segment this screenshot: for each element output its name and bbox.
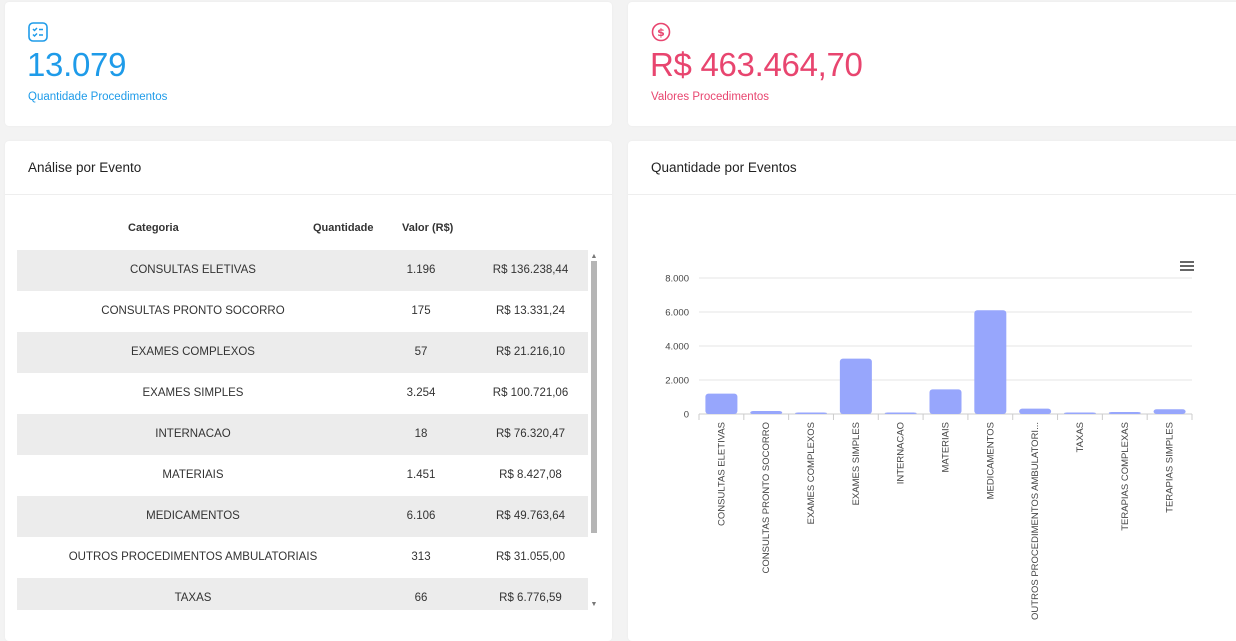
y-tick-label: 4.000 <box>665 342 689 353</box>
divider <box>628 194 1236 195</box>
kpi-quantity-label: Quantidade Procedimentos <box>28 91 168 103</box>
chart-bar <box>929 389 962 414</box>
table-row[interactable]: OUTROS PROCEDIMENTOS AMBULATORIAIS 313 R$ … <box>17 537 588 578</box>
dollar-circle-icon: $ <box>651 22 671 42</box>
cell-quantity: 18 <box>414 428 428 440</box>
chart-bar <box>705 393 738 414</box>
cell-value: R$ 6.776,59 <box>499 592 562 604</box>
scroll-up-arrow-icon[interactable]: ▲ <box>590 253 598 261</box>
panel-title: Análise por Evento <box>28 160 142 175</box>
cell-quantity: 3.254 <box>406 387 436 399</box>
x-tick-label: TERAPIAS SIMPLES <box>1165 422 1176 513</box>
x-tick-label: MEDICAMENTOS <box>985 422 996 499</box>
cell-quantity: 6.106 <box>406 510 436 522</box>
y-tick-label: 6.000 <box>665 308 689 319</box>
scroll-thumb[interactable] <box>591 261 597 533</box>
x-tick-label: OUTROS PROCEDIMENTOS AMBULATORI... <box>1030 422 1041 620</box>
cell-quantity: 1.451 <box>406 469 436 481</box>
chart-bar <box>1108 411 1141 414</box>
svg-text:$: $ <box>657 26 665 39</box>
table-scrollbar[interactable]: ▲ ▼ <box>590 253 598 609</box>
table-row[interactable]: MATERIAIS 1.451 R$ 8.427,08 <box>17 455 588 496</box>
kpi-amount-value: R$ 463.464,70 <box>650 46 863 83</box>
table-row[interactable]: EXAMES COMPLEXOS 57 R$ 21.216,10 <box>17 332 588 373</box>
cell-value: R$ 8.427,08 <box>499 469 562 481</box>
cell-value: R$ 31.055,00 <box>495 551 566 563</box>
cell-quantity: 1.196 <box>406 264 436 276</box>
column-header-category[interactable]: Categoria <box>128 222 179 234</box>
kpi-amount-label: Valores Procedimentos <box>651 91 770 103</box>
x-tick-label: INTERNACAO <box>896 422 907 484</box>
bar-chart: 0 2.000 4.000 6.000 8.000 CONSULTAS ELETIVAS C… <box>665 274 1193 620</box>
x-tick-label: EXAMES SIMPLES <box>851 422 862 505</box>
cell-quantity: 313 <box>411 551 431 563</box>
kpi-card-amount: $ R$ 463.464,70 Valores Procedimentos <box>628 2 1236 126</box>
chart-bar <box>839 358 872 414</box>
x-tick-label: CONSULTAS PRONTO SOCORRO <box>761 422 772 574</box>
cell-category: CONSULTAS ELETIVAS <box>130 264 256 276</box>
kpi-quantity-value: 13.079 <box>27 46 127 83</box>
x-tick-label: CONSULTAS ELETIVAS <box>716 422 727 526</box>
events-chart-panel: Quantidade por Eventos 0 2.000 4.000 6.000 8… <box>628 141 1236 641</box>
kpi-card-quantity: 13.079 Quantidade Procedimentos <box>5 2 612 126</box>
x-tick-label: TERAPIAS COMPLEXAS <box>1120 422 1131 531</box>
cell-value: R$ 100.721,06 <box>492 387 569 399</box>
table-row[interactable]: INTERNACAO 18 R$ 76.320,47 <box>17 414 588 455</box>
column-header-value[interactable]: Valor (R$) <box>402 222 453 234</box>
table-row[interactable]: EXAMES SIMPLES 3.254 R$ 100.721,06 <box>17 373 588 414</box>
chart-bar <box>1063 412 1096 414</box>
cell-value: R$ 136.238,44 <box>492 264 569 276</box>
y-tick-label: 0 <box>684 410 689 421</box>
chart-bar <box>1019 408 1052 414</box>
chart-bar <box>974 310 1007 414</box>
y-tick-label: 8.000 <box>665 274 689 285</box>
cell-category: INTERNACAO <box>155 428 231 440</box>
cell-quantity: 175 <box>411 305 431 317</box>
chart-bar <box>1153 409 1186 414</box>
panel-title: Quantidade por Eventos <box>651 160 797 175</box>
cell-category: EXAMES COMPLEXOS <box>131 346 255 358</box>
cell-category: TAXAS <box>174 592 212 604</box>
cell-category: CONSULTAS PRONTO SOCORRO <box>101 305 285 317</box>
table-row[interactable]: TAXAS 66 R$ 6.776,59 <box>17 578 588 610</box>
y-tick-label: 2.000 <box>665 376 689 387</box>
chart-bar <box>750 411 783 414</box>
scroll-down-arrow-icon[interactable]: ▼ <box>590 601 598 609</box>
x-tick-label: TAXAS <box>1075 422 1086 452</box>
chart-bar <box>795 412 828 414</box>
cell-value: R$ 21.216,10 <box>495 346 566 358</box>
checklist-icon <box>28 22 48 42</box>
x-tick-label: EXAMES COMPLEXOS <box>806 422 817 524</box>
cell-value: R$ 49.763,64 <box>495 510 566 522</box>
cell-value: R$ 76.320,47 <box>495 428 566 440</box>
table-row[interactable]: CONSULTAS PRONTO SOCORRO 175 R$ 13.331,24 <box>17 291 588 332</box>
cell-quantity: 66 <box>414 592 428 604</box>
table-row[interactable]: MEDICAMENTOS 6.106 R$ 49.763,64 <box>17 496 588 537</box>
divider <box>5 194 612 195</box>
event-analysis-panel: Análise por Evento Categoria Quantidade … <box>5 141 612 641</box>
cell-value: R$ 13.331,24 <box>495 305 566 317</box>
cell-category: MEDICAMENTOS <box>146 510 240 522</box>
cell-category: MATERIAIS <box>162 469 224 481</box>
chart-bar <box>884 412 917 414</box>
table-row[interactable]: CONSULTAS ELETIVAS 1.196 R$ 136.238,44 <box>17 250 588 291</box>
table-body: CONSULTAS ELETIVAS 1.196 R$ 136.238,44 CONS… <box>17 250 588 610</box>
cell-quantity: 57 <box>414 346 428 358</box>
column-header-quantity[interactable]: Quantidade <box>313 222 374 234</box>
cell-category: OUTROS PROCEDIMENTOS AMBULATORIAIS <box>68 551 318 563</box>
cell-category: EXAMES SIMPLES <box>142 387 244 399</box>
x-tick-label: MATERIAIS <box>941 422 952 473</box>
